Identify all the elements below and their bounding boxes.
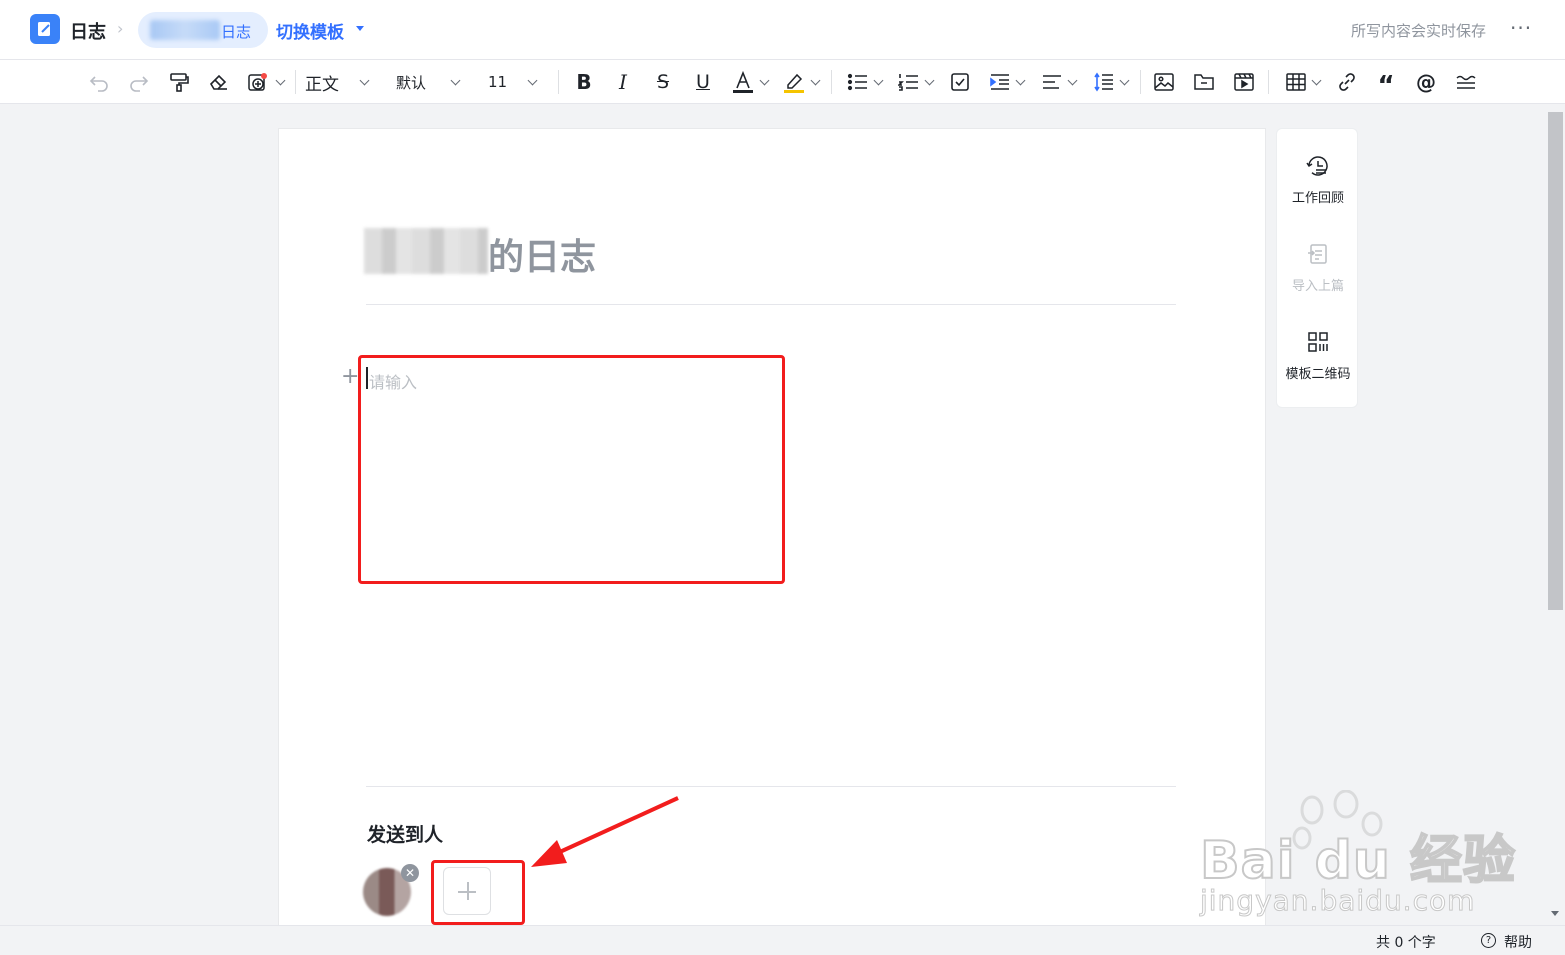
send-to-label: 发送到人 [367, 824, 444, 846]
import-icon [1277, 239, 1359, 269]
help-link[interactable]: 帮助 [1504, 932, 1532, 952]
switch-template-button[interactable]: 切换模板 [276, 18, 344, 43]
underline-icon[interactable]: U [690, 68, 716, 96]
font-color-icon[interactable] [728, 68, 770, 96]
top-bar: 日志 › 日志 切换模板 所写内容会实时保存 ··· [0, 0, 1565, 60]
content-divider [366, 786, 1176, 787]
caret-down-icon[interactable] [356, 26, 364, 31]
undo-icon[interactable] [86, 68, 112, 96]
side-panel: 工作回顾 导入上篇 模板二维码 [1276, 128, 1358, 408]
indent-icon[interactable] [984, 68, 1028, 96]
watermark-url: jingyan.baidu.com [1199, 884, 1476, 918]
side-item-label: 模板二维码 [1285, 367, 1351, 382]
paragraph-style-select[interactable]: 正文 [305, 68, 385, 96]
bold-icon[interactable]: B [571, 68, 597, 96]
side-item-label: 工作回顾 [1291, 191, 1344, 206]
side-item-template-qrcode[interactable]: 模板二维码 [1277, 327, 1359, 382]
checklist-icon[interactable] [947, 68, 973, 96]
mention-icon[interactable]: @ [1413, 68, 1439, 96]
save-status: 所写内容会实时保存 [1351, 22, 1487, 40]
line-spacing-icon[interactable] [1088, 68, 1132, 96]
formatting-toolbar: 正文 默认 11 B I S U “ @ [0, 60, 1565, 104]
italic-icon[interactable]: I [610, 68, 636, 96]
word-count: 共 0 个字 [1376, 935, 1436, 951]
side-item-work-review[interactable]: 工作回顾 [1277, 151, 1359, 206]
document-title[interactable]: 的日志 [488, 228, 596, 280]
app-title[interactable]: 日志 [70, 18, 106, 44]
redacted-author-name [364, 228, 488, 274]
align-icon[interactable] [1036, 68, 1080, 96]
history-icon [1277, 151, 1359, 181]
title-divider [366, 304, 1176, 305]
side-item-import-previous[interactable]: 导入上篇 [1277, 239, 1359, 294]
status-bar [0, 925, 1565, 955]
divider-icon[interactable] [1453, 68, 1479, 96]
font-size-select[interactable]: 11 [488, 68, 548, 96]
paragraph-style-value: 正文 [305, 74, 339, 95]
scrollbar-thumb[interactable] [1548, 112, 1563, 610]
table-icon[interactable] [1280, 68, 1324, 96]
insert-block-icon[interactable] [244, 68, 286, 96]
qrcode-icon [1277, 327, 1359, 357]
font-family-select[interactable]: 默认 [396, 68, 476, 96]
side-item-label: 导入上篇 [1291, 279, 1344, 294]
highlight-icon[interactable] [778, 68, 822, 96]
remove-recipient-icon[interactable]: ✕ [401, 864, 419, 882]
quote-icon[interactable]: “ [1373, 68, 1399, 101]
font-family-value: 默认 [396, 73, 427, 92]
journal-app-icon[interactable] [30, 14, 60, 44]
help-icon[interactable]: ? [1481, 933, 1496, 948]
video-icon[interactable] [1231, 68, 1257, 96]
annotation-highlight-box [358, 355, 785, 584]
annotation-highlight-box [431, 860, 525, 925]
numbered-list-icon[interactable] [893, 68, 937, 96]
scroll-down-icon[interactable] [1551, 911, 1559, 916]
annotation-arrow [531, 796, 679, 867]
font-size-value: 11 [488, 73, 508, 91]
breadcrumb-label[interactable]: 日志 [221, 21, 251, 42]
breadcrumb-chevron-icon: › [117, 19, 124, 38]
redo-icon[interactable] [126, 68, 152, 96]
redacted-name [150, 20, 220, 40]
add-block-icon[interactable]: + [341, 364, 359, 389]
strikethrough-icon[interactable]: S [650, 68, 676, 96]
watermark-text: Bai du 经验 [1199, 830, 1516, 892]
format-painter-icon[interactable] [166, 68, 192, 96]
image-icon[interactable] [1151, 68, 1177, 96]
file-icon[interactable] [1191, 68, 1217, 96]
more-icon[interactable]: ··· [1510, 16, 1532, 40]
link-icon[interactable] [1334, 68, 1360, 96]
bullet-list-icon[interactable] [842, 68, 886, 96]
eraser-icon[interactable] [205, 68, 231, 96]
